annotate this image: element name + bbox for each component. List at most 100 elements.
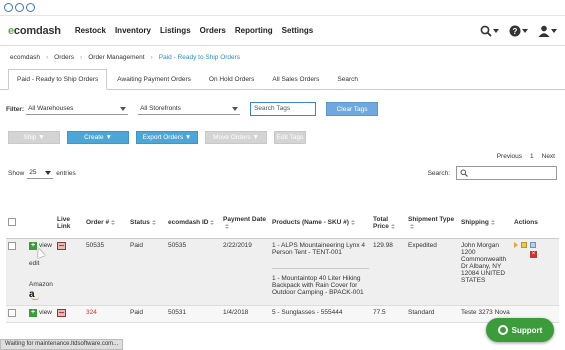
help-menu[interactable]: ? — [509, 25, 528, 37]
search-tags-input[interactable]: Search Tags — [250, 102, 317, 116]
sort-icon — [410, 223, 414, 229]
header-payment-date[interactable]: Payment Date — [221, 208, 270, 239]
storefront-select[interactable]: All Storefronts — [138, 103, 241, 115]
live-link-icon[interactable] — [57, 241, 66, 250]
nav-orders[interactable]: Orders — [200, 26, 226, 35]
pagination-previous[interactable]: Previous — [497, 153, 522, 160]
document-icon[interactable] — [530, 241, 536, 248]
order-tabs: Paid - Ready to Ship Orders Awaiting Pay… — [0, 68, 565, 90]
header-order-number[interactable]: Order # — [84, 208, 128, 239]
search-icon — [480, 25, 492, 37]
window-controls — [0, 0, 565, 16]
row-select-cell — [6, 238, 27, 306]
edit-link[interactable]: edit — [29, 260, 53, 267]
expand-plus-icon[interactable]: + — [29, 308, 37, 317]
pagination-current-page[interactable]: 1 — [530, 153, 534, 160]
breadcrumb-orders[interactable]: Orders — [54, 54, 74, 61]
product-line: 1 - Mountaintop 40 Liter Hiking Backpack… — [272, 267, 369, 302]
chevron-down-icon — [45, 170, 52, 175]
browser-status-bar: Waiting for maintenance.ltdsoftware.com.… — [0, 339, 124, 350]
payment-date: 1/4/2018 — [221, 305, 270, 323]
chevron-down-icon — [120, 106, 127, 111]
nav-settings[interactable]: Settings — [282, 26, 314, 35]
header-actions: Actions — [512, 208, 559, 239]
window-dot-icon[interactable] — [4, 3, 13, 12]
header-shipping[interactable]: Shipping — [459, 208, 512, 239]
ship-arrow-icon[interactable] — [514, 241, 518, 248]
tab-search[interactable]: Search — [329, 70, 366, 89]
live-link-icon[interactable] — [57, 308, 66, 317]
chevron-down-icon — [522, 28, 528, 33]
header-ecomdash-id[interactable]: ecomdash ID — [166, 208, 221, 239]
header-payment-date-label: Payment Date — [223, 215, 266, 223]
order-number[interactable]: 50535 — [84, 238, 128, 306]
chat-bubble-icon — [497, 325, 508, 335]
payment-date: 2/22/2019 — [221, 238, 270, 306]
export-orders-button[interactable]: Export Orders ▼ — [136, 130, 198, 144]
products-cell: 5 - Sunglasses - 555444 — [270, 305, 371, 323]
move-orders-button[interactable]: Move Orders ▼ — [205, 130, 267, 144]
nav-restock[interactable]: Restock — [75, 26, 106, 35]
note-icon[interactable] — [521, 241, 527, 248]
sort-icon — [225, 223, 229, 229]
breadcrumb-order-management[interactable]: Order Management — [88, 54, 144, 61]
filter-label: Filter: — [6, 105, 25, 113]
shipping-address: John Morgan 1200 Commonwealth Dr Albany,… — [459, 238, 512, 306]
row-actions-cell: × — [512, 238, 559, 306]
user-menu[interactable] — [538, 25, 557, 37]
header-live-link: Live Link — [55, 208, 84, 239]
row-checkbox[interactable] — [8, 241, 16, 250]
ecomdash-id: 50535 — [166, 238, 221, 306]
header-total-price-label: Total Price — [373, 215, 389, 230]
orders-table: Live Link Order # Status ecomdash ID Pay… — [6, 208, 559, 323]
view-link[interactable]: view — [39, 309, 52, 316]
create-button[interactable]: Create ▼ — [67, 130, 129, 144]
order-number[interactable]: 324 — [84, 305, 128, 323]
entries-label: entries — [56, 169, 76, 177]
ecomdash-logo[interactable]: ecomdash — [8, 25, 61, 37]
warehouse-select[interactable]: All Warehouses — [26, 103, 129, 115]
sort-icon — [111, 220, 116, 226]
svg-text:?: ? — [513, 27, 518, 36]
table-search-input[interactable] — [456, 166, 557, 180]
pagination-next[interactable]: Next — [542, 153, 555, 160]
nav-inventory[interactable]: Inventory — [115, 26, 151, 35]
sort-icon — [390, 223, 395, 229]
products-cell: 1 - ALPS Mountaineering Lynx 4 Person Te… — [270, 238, 371, 306]
row-checkbox[interactable] — [8, 308, 16, 317]
tab-awaiting-payment[interactable]: Awaiting Payment Orders — [109, 70, 199, 89]
header-select-all[interactable] — [6, 208, 27, 239]
header-shipment-type[interactable]: Shipment Type — [406, 208, 459, 239]
warehouse-select-value: All Warehouses — [28, 105, 74, 112]
window-dot-icon[interactable] — [26, 3, 35, 12]
tab-on-hold[interactable]: On Hold Orders — [201, 70, 263, 89]
entries-select[interactable]: 25 — [27, 168, 54, 179]
ship-button[interactable]: Ship ▼ — [8, 130, 60, 144]
amazon-logo-icon: a — [29, 288, 35, 300]
chevron-down-icon — [551, 28, 557, 33]
edit-tags-button[interactable]: Edit Tags — [274, 130, 306, 144]
search-icon — [460, 169, 468, 177]
nav-listings[interactable]: Listings — [160, 26, 191, 35]
order-status: Paid — [128, 238, 166, 306]
select-all-checkbox[interactable] — [8, 217, 16, 226]
header-products[interactable]: Products (Name - SKU #) — [270, 208, 371, 239]
table-row: + view edit Amazon a 50535 Paid 50535 2/2… — [6, 238, 559, 306]
search-menu[interactable] — [480, 25, 499, 37]
nav-reporting[interactable]: Reporting — [235, 26, 273, 35]
order-status: Paid — [128, 305, 166, 323]
breadcrumb-home[interactable]: ecomdash — [10, 54, 40, 61]
table-row: + view 324 Paid 50531 1/4/2018 5 - Sungla… — [6, 305, 559, 323]
total-price: 77.5 — [371, 305, 406, 323]
header-status-label: Status — [130, 219, 150, 227]
order-actions-toolbar: Ship ▼ Create ▼ Export Orders ▼ Move Ord… — [0, 127, 565, 147]
header-ecomdash-id-label: ecomdash ID — [168, 219, 209, 227]
window-dot-icon[interactable] — [15, 3, 24, 12]
header-total-price[interactable]: Total Price — [371, 208, 406, 239]
header-status[interactable]: Status — [128, 208, 166, 239]
tab-all-sales-orders[interactable]: All Sales Orders — [264, 70, 327, 89]
clear-tags-button[interactable]: Clear Tags — [326, 102, 379, 116]
tab-paid-ready-to-ship[interactable]: Paid - Ready to Ship Orders — [8, 69, 108, 90]
support-button[interactable]: Support — [486, 318, 554, 342]
delete-icon[interactable]: × — [530, 250, 537, 258]
